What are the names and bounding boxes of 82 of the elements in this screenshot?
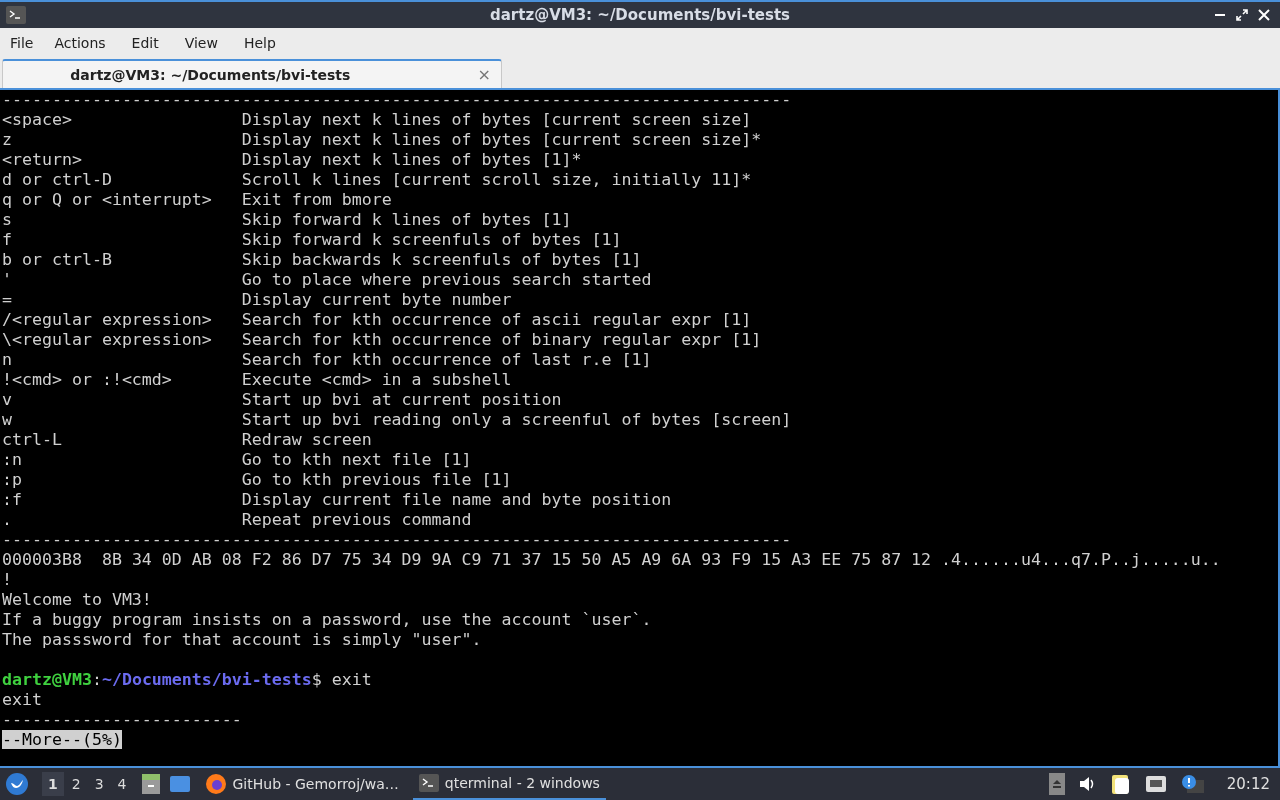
terminal-icon (418, 774, 439, 792)
command-key: ' (2, 270, 242, 290)
command-key: !<cmd> or :!<cmd> (2, 370, 242, 390)
command-description: Search for kth occurrence of ascii regular expr [1] (241, 310, 752, 329)
command-description: Go to kth next file [1] (241, 450, 472, 469)
close-icon[interactable] (1258, 9, 1270, 21)
command-key: \<regular expression> (2, 330, 242, 350)
command-description: Search for kth occurrence of binary regular expr [1] (241, 330, 762, 349)
menu-item[interactable]: Edit (131, 34, 172, 51)
command-description: Exit from bmore (241, 190, 392, 209)
command-description: Start up bvi at current position (241, 390, 562, 409)
clock: 20:12 (1226, 775, 1270, 793)
command-key: = (2, 290, 242, 310)
command-key: /<regular expression> (2, 310, 242, 330)
command-key: f (2, 230, 242, 250)
command-description: Skip forward k screenfuls of bytes [1] (241, 230, 622, 249)
network-icon[interactable] (1144, 775, 1167, 793)
command-description: Display current byte number (241, 290, 512, 309)
menu-item[interactable]: Help (243, 34, 289, 51)
dashed-rule: ------------------------------------------------------------------------------- (2, 530, 792, 549)
command-description: Scroll k lines [current scroll size, initially 11]* (241, 170, 752, 189)
clipboard-icon[interactable] (1110, 773, 1131, 795)
desktop-icon[interactable] (168, 775, 191, 793)
ascii-column: .4......u4...q7.P..j.....u.. (941, 550, 1221, 569)
command-description: Display next k lines of bytes [current screen size]* (241, 130, 762, 149)
workspace-button[interactable]: 3 (88, 772, 110, 796)
tab-close-button[interactable]: × (477, 65, 491, 84)
command-key: ctrl-L (2, 430, 242, 450)
command-key: v (2, 390, 242, 410)
command-description: Display current file name and byte position (241, 490, 672, 509)
eject-icon[interactable] (1048, 773, 1065, 795)
command-key: :p (2, 470, 242, 490)
workspace-button[interactable]: 4 (111, 772, 133, 796)
notification-icon[interactable] (1180, 774, 1205, 794)
command-description: Repeat previous command (241, 510, 472, 529)
output-line: ! (2, 570, 12, 589)
taskbar-window-button[interactable]: GitHub - Gemorroj/wa… (198, 768, 405, 800)
command-description: Display next k lines of bytes [1]* (241, 150, 582, 169)
menu-item[interactable]: View (184, 34, 231, 51)
terminal-tab[interactable]: dartz@VM3: ~/Documents/bvi-tests × (2, 59, 502, 88)
output-line: exit (2, 690, 42, 709)
workspace-button[interactable]: 1 (42, 772, 64, 796)
taskbar-window-button[interactable]: qterminal - 2 windows (412, 768, 606, 800)
command-description: Execute <cmd> in a subshell (241, 370, 512, 389)
command-key: d or ctrl-D (2, 170, 242, 190)
command-key: . (2, 510, 242, 530)
command-description: Redraw screen (241, 430, 372, 449)
file-cabinet-icon[interactable] (140, 773, 161, 795)
command-key: <space> (2, 110, 242, 130)
hex-address: 000003B8 (2, 550, 82, 569)
command-description: Display next k lines of bytes [current screen size] (241, 110, 752, 129)
command-description: Go to place where previous search started (241, 270, 652, 289)
dashed-rule: ------------------------ (2, 710, 242, 729)
command-key: w (2, 410, 242, 430)
command-key: :f (2, 490, 242, 510)
maximize-icon[interactable] (1236, 9, 1248, 21)
command-key: z (2, 130, 242, 150)
menu-item[interactable]: Actions (54, 34, 119, 51)
command-key: b or ctrl-B (2, 250, 242, 270)
command-description: Skip backwards k screenfuls of bytes [1] (241, 250, 642, 269)
window-title: dartz@VM3: ~/Documents/bvi-tests (488, 6, 791, 24)
command-description: Search for kth occurrence of last r.e [1] (241, 350, 652, 369)
command-key: :n (2, 450, 242, 470)
output-line: Welcome to VM3! (2, 590, 152, 609)
command-description: Start up bvi reading only a screenful of bytes [screen] (241, 410, 792, 429)
output-line: The passsword for that account is simply "user". (2, 630, 482, 649)
hex-bytes: 8B 34 0D AB 08 F2 86 D7 75 34 D9 9A C9 71 37 15 50 A5 A9 6A 93 F9 15 A3 EE 75 87 12 (101, 550, 932, 569)
workspace-button[interactable]: 2 (65, 772, 87, 796)
menu-item[interactable]: File (10, 34, 47, 51)
command-description: Skip forward k lines of bytes [1] (241, 210, 572, 229)
browser-icon (204, 773, 227, 795)
command-key: s (2, 210, 242, 230)
prompt-line: dartz@VM3:~/Documents/bvi-tests$ exit (2, 670, 372, 689)
output-line: If a buggy program insists on a password, use the account `user`. (2, 610, 652, 629)
terminal-icon (6, 6, 26, 24)
command-description: Go to kth previous file [1] (241, 470, 512, 489)
more-prompt: --More--(5%) (2, 730, 122, 749)
app-menu-icon[interactable] (6, 773, 28, 795)
command-key: <return> (2, 150, 242, 170)
command-key: n (2, 350, 242, 370)
command-key: q or Q or <interrupt> (2, 190, 242, 210)
dashed-rule: ------------------------------------------------------------------------------- (2, 90, 792, 109)
